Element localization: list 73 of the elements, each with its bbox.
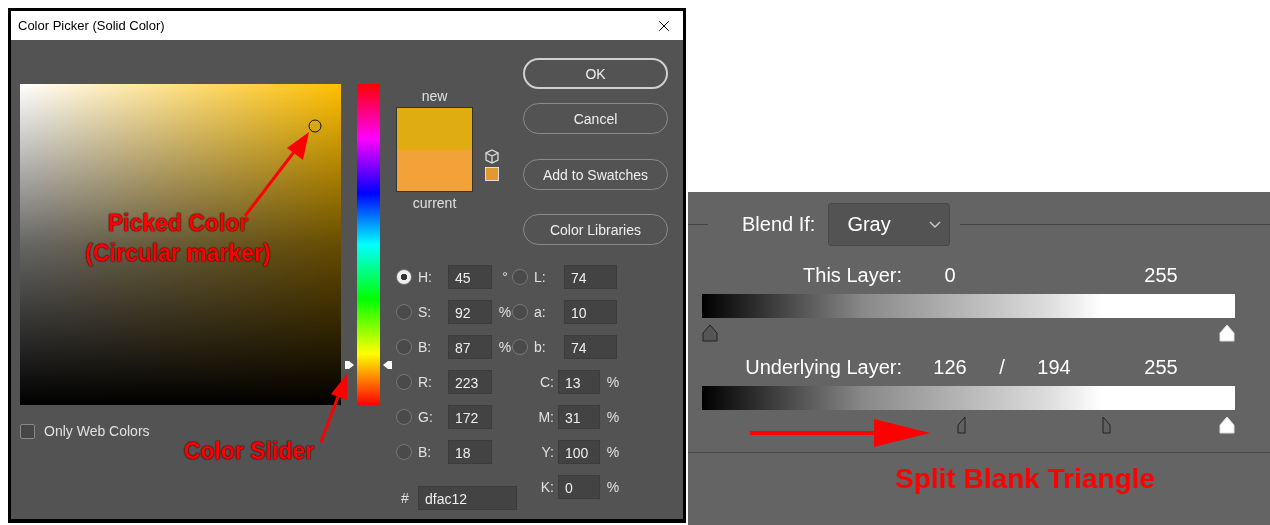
slider-handle[interactable] [702, 324, 718, 342]
radio-button[interactable] [396, 409, 412, 425]
unit-label: % [605, 409, 621, 425]
cube-icon[interactable] [485, 149, 499, 164]
only-web-colors-checkbox[interactable] [20, 423, 35, 439]
unit-label: % [605, 479, 621, 495]
chevron-icon [929, 220, 942, 229]
field-label: Y: [540, 444, 554, 460]
radio-button[interactable] [396, 339, 412, 355]
dialog-button[interactable]: OK [523, 58, 668, 89]
field-label: S: [418, 304, 433, 320]
range-value: 255 [1143, 355, 1179, 379]
slider-thumb[interactable] [345, 358, 392, 371]
value-field[interactable]: 13 [558, 370, 600, 394]
value-field[interactable]: 18 [448, 440, 492, 464]
field-label: B: [418, 339, 433, 355]
unit-label: % [497, 339, 513, 355]
hex-label: # [400, 490, 410, 506]
dialog-button[interactable]: Cancel [523, 103, 668, 134]
radio-button[interactable] [396, 444, 412, 460]
annotation-text: Picked Color (Circular marker) [84, 209, 272, 268]
range-value: 194 [1036, 355, 1072, 379]
field-label: a: [534, 304, 547, 320]
range-value: 255 [1143, 263, 1179, 287]
window-title: Color Picker (Solid Color) [18, 18, 165, 33]
gradient-slider[interactable] [702, 294, 1235, 344]
value-field[interactable]: 31 [558, 405, 600, 429]
value-field[interactable]: 87 [448, 335, 492, 359]
radio-button[interactable] [512, 304, 528, 320]
unit-label: % [605, 374, 621, 390]
unit-label: ° [501, 269, 509, 285]
dialog-button[interactable]: Color Libraries [523, 214, 668, 245]
radio-button[interactable] [512, 339, 528, 355]
value-field[interactable]: 223 [448, 370, 492, 394]
radio-button[interactable] [396, 304, 412, 320]
gamut-swatch[interactable] [485, 167, 499, 181]
value-field[interactable]: 74 [564, 335, 617, 359]
only-web-colors-label: Only Web Colors [44, 423, 150, 439]
field-label: K: [539, 479, 554, 495]
field-label: H: [418, 269, 433, 285]
value-field[interactable]: 172 [448, 405, 492, 429]
new-label: new [421, 88, 448, 104]
field-label: b: [534, 339, 547, 355]
blend-if-dropdown[interactable]: Gray [828, 203, 951, 246]
field-label: R: [418, 374, 433, 390]
field-label: G: [418, 409, 434, 425]
radio-button[interactable] [396, 374, 412, 390]
field-label: C: [539, 374, 554, 390]
color-field[interactable] [20, 84, 341, 405]
layer-label: This Layer: [802, 263, 902, 287]
current-label: current [412, 195, 457, 211]
value-field[interactable]: 10 [564, 300, 617, 324]
range-value: 0 [943, 263, 957, 287]
value-field[interactable]: 92 [448, 300, 492, 324]
layer-label: Underlying Layer: [744, 355, 902, 379]
dialog-button[interactable]: Add to Swatches [523, 159, 668, 190]
field-label: L: [534, 269, 547, 285]
value-field[interactable]: 0 [558, 475, 600, 499]
field-label: M: [537, 409, 554, 425]
unit-label: % [497, 304, 513, 320]
value-field[interactable]: 74 [564, 265, 617, 289]
unit-label: % [605, 444, 621, 460]
radio-button[interactable] [396, 269, 412, 285]
blend-if-label: Blend If: [742, 213, 816, 236]
annotation-text: Color Slider [182, 437, 316, 466]
range-value: 126 [932, 355, 968, 379]
radio-button[interactable] [512, 269, 528, 285]
annotation-text: Split Blank Triangle [895, 463, 1156, 495]
value-field[interactable]: 100 [558, 440, 600, 464]
value-field[interactable]: 45 [448, 265, 492, 289]
range-value: / [998, 355, 1006, 379]
hex-field[interactable]: dfac12 [418, 486, 517, 510]
field-label: B: [418, 444, 433, 460]
